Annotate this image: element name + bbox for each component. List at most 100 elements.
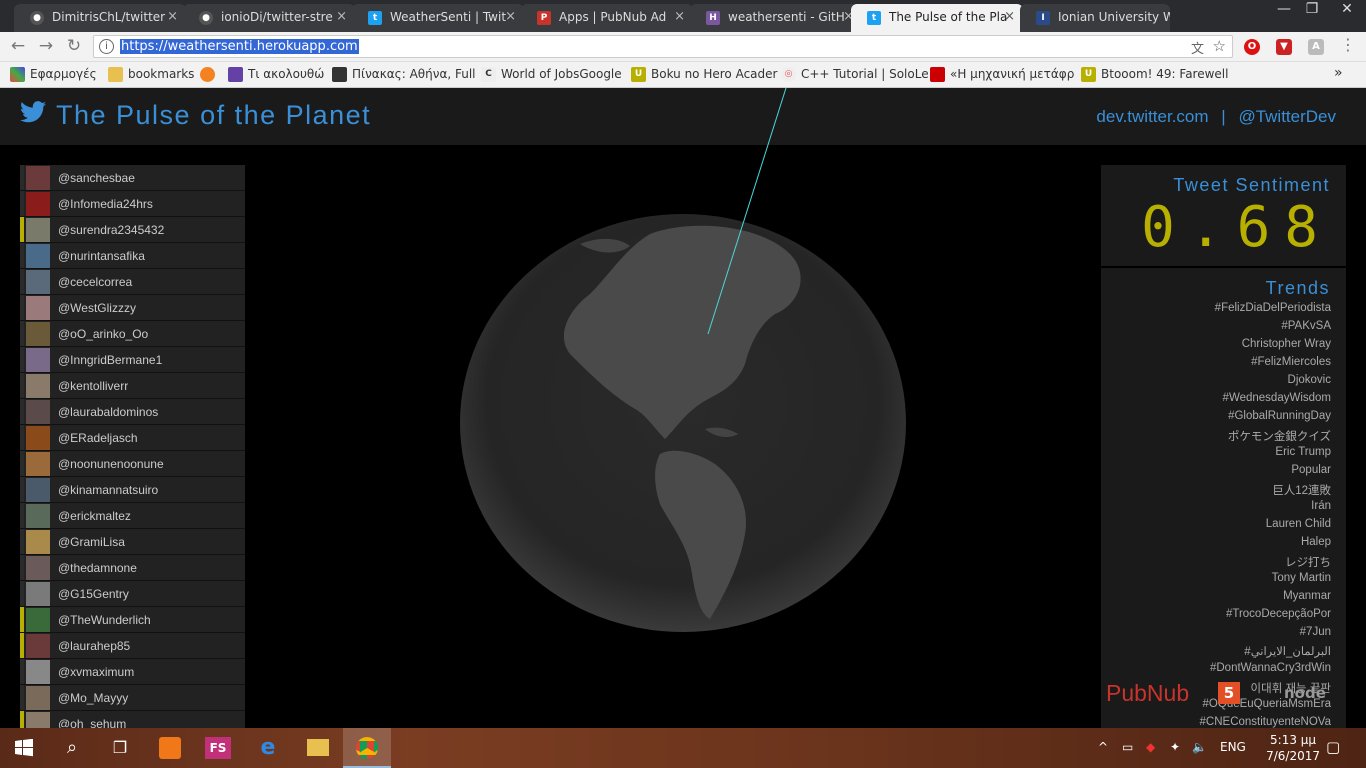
menu-icon[interactable]: ⋮ (1338, 35, 1358, 54)
trend-item[interactable]: ポケモン金銀クイズ (1200, 428, 1331, 446)
edge-icon[interactable]: e (244, 728, 292, 768)
trend-item[interactable]: Djokovic (1200, 374, 1331, 392)
user-row[interactable]: @noonunenoonune (20, 451, 245, 477)
tab-weathersenti[interactable]: t WeatherSenti | Twit × (352, 4, 524, 32)
user-handle[interactable]: @surendra2345432 (58, 223, 164, 237)
chrome-app[interactable] (343, 728, 391, 768)
user-handle[interactable]: @thedamnone (58, 561, 137, 575)
translate-icon[interactable]: 文 (1191, 38, 1204, 57)
clock[interactable]: 5:13 μμ 7/6/2017 (1266, 732, 1320, 764)
user-handle[interactable]: @nurintansafika (58, 249, 145, 263)
user-handle[interactable]: @Infomedia24hrs (58, 197, 153, 211)
user-handle[interactable]: @erickmaltez (58, 509, 131, 523)
user-row[interactable]: @nurintansafika (20, 243, 245, 269)
user-row[interactable]: @xvmaximum (20, 659, 245, 685)
bookmark-jobs[interactable]: C World of JobsGoogle (481, 67, 622, 82)
trend-item[interactable]: Christopher Wray (1200, 338, 1331, 356)
tab-heroku[interactable]: H weathersenti - GitH × (690, 4, 862, 32)
user-row[interactable]: @TheWunderlich (20, 607, 245, 633)
user-handle[interactable]: @sanchesbae (58, 171, 135, 185)
trend-item[interactable]: #البرلمان_الايراني (1200, 644, 1331, 662)
user-handle[interactable]: @oO_arinko_Oo (58, 327, 148, 341)
trend-item[interactable]: Lauren Child (1200, 518, 1331, 536)
trend-item[interactable]: #TrocoDecepçãoPor (1200, 608, 1331, 626)
media-player-app[interactable] (146, 728, 194, 768)
user-handle[interactable]: @xvmaximum (58, 665, 134, 679)
reload-icon[interactable]: ↻ (64, 36, 84, 56)
user-handle[interactable]: @laurabaldominos (58, 405, 158, 419)
user-handle[interactable]: @cecelcorrea (58, 275, 132, 289)
app-tray-icon[interactable]: ◆ (1146, 740, 1155, 754)
user-row[interactable]: @oO_arinko_Oo (20, 321, 245, 347)
close-icon[interactable]: × (167, 9, 178, 24)
trend-item[interactable]: Irán (1200, 500, 1331, 518)
user-handle[interactable]: @Mo_Mayyy (58, 691, 128, 705)
trend-item[interactable]: Popular (1200, 464, 1331, 482)
minimize-button[interactable]: — (1270, 0, 1298, 20)
tab-pubnub[interactable]: P Apps | PubNub Ad × (521, 4, 693, 32)
user-row[interactable]: @laurahep85 (20, 633, 245, 659)
user-row[interactable]: @oh_sehum (20, 711, 245, 728)
dev-twitter-link[interactable]: dev.twitter.com (1096, 107, 1208, 126)
trend-item[interactable]: #PAKvSA (1200, 320, 1331, 338)
close-icon[interactable]: × (336, 9, 347, 24)
trend-item[interactable]: Myanmar (1200, 590, 1331, 608)
tab-github-stream[interactable]: ● ionioDi/twitter-stre × (183, 4, 355, 32)
trend-item[interactable]: 巨人12連敗 (1200, 482, 1331, 500)
bookmark-translation[interactable]: «Η μηχανική μετάφρ (930, 67, 1074, 82)
back-icon[interactable]: ← (8, 36, 28, 56)
bookmark-apps[interactable]: Εφαρμογές (10, 67, 97, 82)
trend-item[interactable]: Halep (1200, 536, 1331, 554)
user-row[interactable]: @ERadeljasch (20, 425, 245, 451)
task-view-icon[interactable]: ❐ (96, 728, 144, 768)
language-indicator[interactable]: ENG (1220, 740, 1246, 754)
user-row[interactable]: @thedamnone (20, 555, 245, 581)
user-row[interactable]: @cecelcorrea (20, 269, 245, 295)
trend-item[interactable]: Tony Martin (1200, 572, 1331, 590)
tab-ionian[interactable]: I Ionian University W (1020, 4, 1170, 32)
star-icon[interactable]: ☆ (1213, 37, 1226, 55)
user-row[interactable]: @kinamannatsuiro (20, 477, 245, 503)
user-row[interactable]: @Infomedia24hrs (20, 191, 245, 217)
trend-item[interactable]: #CNEConstituyenteNOVa (1200, 716, 1331, 728)
bookmark-boku[interactable]: U Boku no Hero Acader (631, 67, 777, 82)
shield-icon[interactable]: ▼ (1276, 39, 1292, 55)
bookmark-folder[interactable]: bookmarks (108, 67, 194, 82)
user-handle[interactable]: @laurahep85 (58, 639, 130, 653)
close-icon[interactable]: × (674, 9, 685, 24)
fs-app[interactable]: FS (194, 728, 242, 768)
user-row[interactable]: @sanchesbae (20, 165, 245, 191)
user-handle[interactable]: @GramiLisa (58, 535, 125, 549)
tab-pulse-active[interactable]: t The Pulse of the Pla × (851, 4, 1023, 32)
start-button[interactable] (0, 728, 48, 768)
twitterdev-link[interactable]: @TwitterDev (1238, 107, 1336, 126)
info-icon[interactable]: i (99, 39, 114, 54)
trend-item[interactable]: #7Jun (1200, 626, 1331, 644)
user-handle[interactable]: @kentolliverr (58, 379, 128, 393)
user-row[interactable]: @InngridBermane1 (20, 347, 245, 373)
user-handle[interactable]: @oh_sehum (58, 717, 126, 728)
user-row[interactable]: @Mo_Mayyy (20, 685, 245, 711)
globe[interactable] (460, 214, 906, 632)
close-icon[interactable]: × (505, 9, 516, 24)
user-row[interactable]: @G15Gentry (20, 581, 245, 607)
user-row[interactable]: @surendra2345432 (20, 217, 245, 243)
bookmark-twitch[interactable]: Τι ακολουθώ (228, 67, 324, 82)
maximize-button[interactable]: ❐ (1298, 0, 1326, 20)
trend-item[interactable]: #FelizMiercoles (1200, 356, 1331, 374)
user-handle[interactable]: @G15Gentry (58, 587, 129, 601)
user-handle[interactable]: @noonunenoonune (58, 457, 164, 471)
chevron-up-icon[interactable]: ^ (1098, 740, 1108, 754)
user-row[interactable]: @kentolliverr (20, 373, 245, 399)
user-row[interactable]: @WestGlizzzy (20, 295, 245, 321)
tab-github-twitter[interactable]: ● DimitrisChL/twitter × (14, 4, 186, 32)
user-row[interactable]: @GramiLisa (20, 529, 245, 555)
close-icon[interactable]: × (1004, 9, 1015, 24)
dropbox-icon[interactable]: ✦ (1170, 740, 1180, 754)
user-handle[interactable]: @InngridBermane1 (58, 353, 162, 367)
opera-icon[interactable]: O (1244, 39, 1260, 55)
extension-icon[interactable]: A (1308, 39, 1324, 55)
trend-item[interactable]: #GlobalRunningDay (1200, 410, 1331, 428)
bookmark-trello[interactable]: Πίνακας: Αθήνα, Full (332, 67, 476, 82)
url-field[interactable]: i https://weathersenti.herokuapp.com 文 ☆ (93, 35, 1233, 58)
